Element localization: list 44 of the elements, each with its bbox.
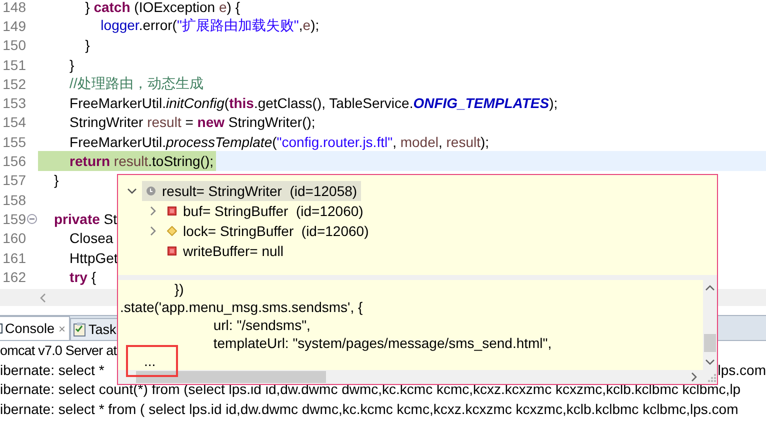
value-text: url: "/sendsms",	[212, 317, 310, 333]
line-number: 154	[2, 114, 26, 130]
code-line: StringWriter result = new StringWriter();	[68, 114, 316, 130]
line-number: 161	[2, 250, 26, 266]
code-line: FreeMarkerUtil.processTemplate("config.router.js.ftl", model, result);	[68, 134, 490, 150]
line-number: 160	[2, 230, 26, 246]
code-line: FreeMarkerUtil.initConfig(this.getClass(), TableService.ONFIG_TEMPLATES);	[68, 95, 558, 112]
variable-item[interactable]: lock= StringBuffer (id=12060)	[163, 221, 373, 241]
code-line: }	[54, 172, 59, 188]
code-line: private St	[54, 210, 118, 227]
line-number: 158	[2, 192, 26, 208]
console-header: omcat v7.0 Server at	[0, 343, 117, 358]
line-number: 153	[2, 95, 26, 112]
console-tab[interactable]: Task	[70, 318, 120, 340]
line-number: 157	[2, 172, 26, 188]
line-number: 149	[2, 18, 26, 34]
line-number: 156	[2, 153, 26, 170]
console-line: lps.com	[718, 362, 766, 378]
console-line: ibernate: select *	[0, 362, 104, 378]
value-text: })	[173, 281, 184, 297]
value-text: .state('app.menu_msg.sms.sendsms', {	[120, 299, 363, 315]
highlighted-value-text: ...	[126, 345, 178, 377]
console-tab[interactable]: Console ×	[0, 316, 70, 340]
variable-item[interactable]: writeBuffer= null	[163, 241, 288, 261]
code-line: Closea	[68, 230, 114, 246]
line-number: 155	[2, 134, 26, 150]
line-number: 150	[2, 37, 26, 54]
console-line: ibernate: select * from ( select lps.id id,dw.dwmc dwmc,kc.kcmc kcmc,kcxz.kcxzmc kcxzmc,kclb.kclbmc kclbmc,lps.com	[0, 400, 738, 417]
line-number: 159	[2, 210, 26, 227]
code-line: }	[84, 37, 90, 54]
code-line: }	[68, 56, 74, 73]
code-line: HttpGet	[68, 250, 118, 266]
code-line: //处理路由，动态生成	[68, 74, 204, 93]
code-line: try {	[68, 268, 96, 285]
variable-item[interactable]: result= StringWriter (id=12058)	[142, 181, 362, 201]
line-number: 162	[2, 268, 26, 285]
value-text: templateUrl: "system/pages/message/sms_send.html",	[212, 335, 552, 351]
variable-item[interactable]: buf= StringBuffer (id=12060)	[163, 201, 368, 221]
line-number: 152	[2, 76, 26, 92]
code-line: } catch (IOException e) {	[84, 0, 240, 15]
line-number: 151	[2, 56, 26, 73]
console-line: ibernate: select count(*) from (select lps.id id,dw.dwmc dwmc,kc.kcmc kcmc,kcxz.kcxzmc kcxzmc,kclb.kclbmc kclbmc,lp	[0, 381, 741, 398]
line-number: 148	[2, 0, 26, 15]
code-line: logger.error("扩展路由加载失败",e);	[100, 16, 320, 35]
